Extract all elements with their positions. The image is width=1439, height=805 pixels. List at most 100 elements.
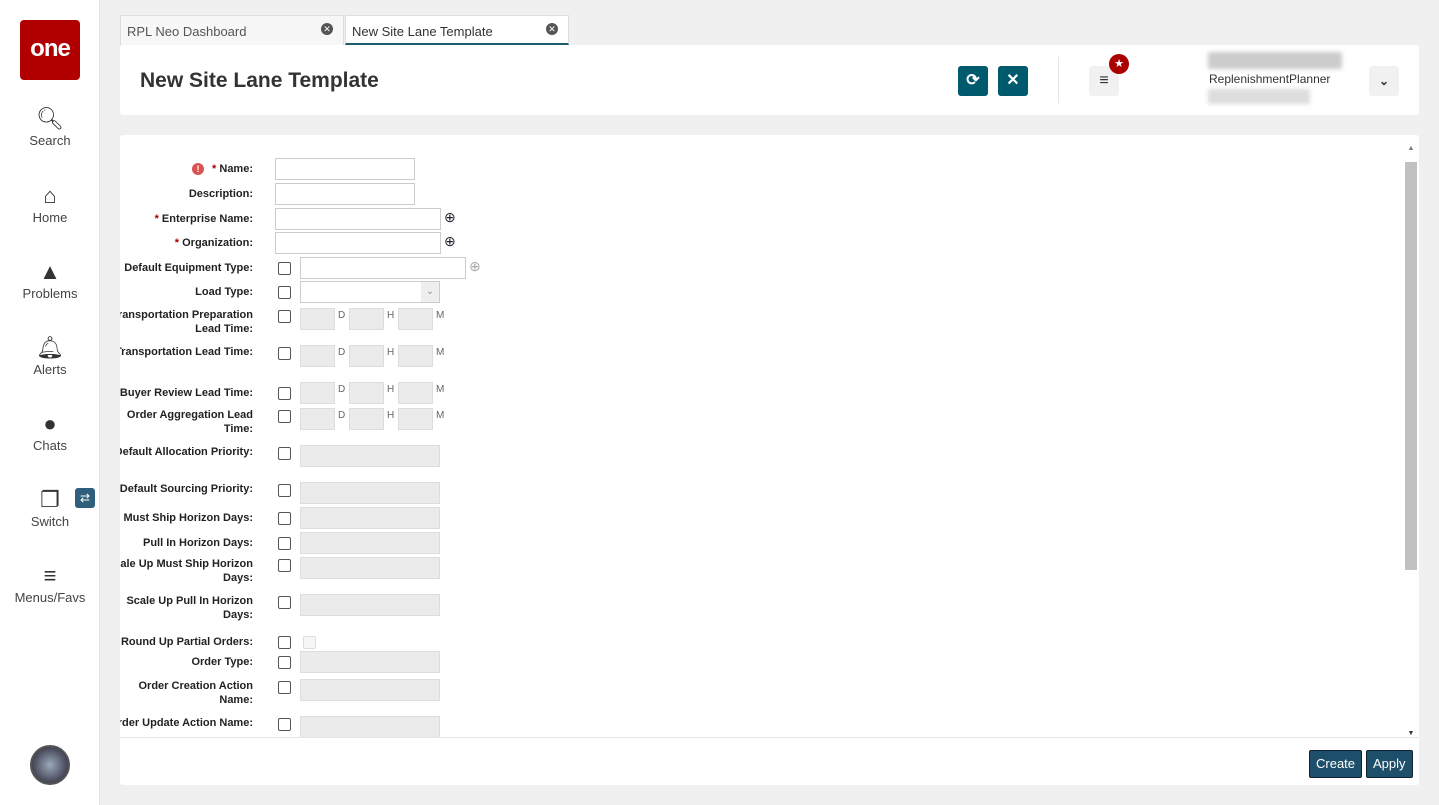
error-icon: ! [192,163,205,175]
sidebar-item-label: Switch [30,514,70,529]
order-update-action-name-input[interactable] [300,716,440,737]
scale-up-pull-in-horizon-days-checkbox[interactable] [278,596,291,609]
field-label: Scale Up Pull In Horizon Days: [120,594,253,622]
field-label-text: Order Update Action Name: [120,717,253,729]
form-row: * Organization: ⊕ [120,232,1400,254]
order-aggregation-lead-time-checkbox[interactable] [278,410,291,423]
user-org-blurred [1208,89,1310,104]
sidebar-item-chats[interactable]: ● Chats [0,410,100,453]
field-label: Order Update Action Name: [120,716,253,730]
pull-in-horizon-days-checkbox[interactable] [278,537,291,550]
field-label-text: Description: [188,188,253,200]
user-dropdown-button[interactable]: ⌄ [1369,66,1399,96]
order-creation-action-name-checkbox[interactable] [278,681,291,694]
unit-label: H [387,347,395,358]
must-ship-horizon-days-checkbox[interactable] [278,512,291,525]
scroll-down-icon[interactable]: ▼ [1405,730,1417,737]
order-aggregation-lead-time-d-input[interactable] [300,408,335,430]
scale-up-pull-in-horizon-days-input[interactable] [300,594,440,616]
field-label-text: Transportation Lead Time: [120,346,253,358]
name-input[interactable] [275,158,415,180]
field-label-text: Organization: [182,237,253,249]
order-creation-action-name-input[interactable] [300,679,440,701]
form-row: Transportation Lead Time: D H M [120,345,1400,367]
default-allocation-priority-input[interactable] [300,445,440,467]
transportation-lead-time-m-input[interactable] [398,345,433,367]
buyer-review-lead-time-checkbox[interactable] [278,387,291,400]
buyer-review-lead-time-h-input[interactable] [349,382,384,404]
bell-icon: 🔔︎ [36,335,64,360]
round-up-partial-orders-value-checkbox[interactable] [303,636,316,649]
round-up-partial-orders-checkbox[interactable] [278,636,291,649]
form-row: Load Type: ⌄ [120,281,1400,303]
close-tab-icon[interactable]: ✕ [321,23,333,35]
pull-in-horizon-days-input[interactable] [300,532,440,554]
transportation-lead-time-d-input[interactable] [300,345,335,367]
favorites-star-icon[interactable]: ★ [1109,54,1129,74]
field-label: Default Allocation Priority: [120,445,253,459]
sidebar-item-problems[interactable]: ▲ Problems [0,258,100,301]
refresh-button[interactable]: ⟳ [958,66,988,96]
form-row: Order Type: [120,651,1400,673]
sidebar-item-menus-favs[interactable]: ≡ Menus/Favs [0,562,100,605]
field-label: Buyer Review Lead Time: [120,386,253,400]
unit-label: M [436,347,445,358]
must-ship-horizon-days-input[interactable] [300,507,440,529]
scrollbar[interactable]: ▲ ▼ [1405,145,1417,737]
scale-up-must-ship-horizon-days-checkbox[interactable] [278,559,291,572]
lookup-icon[interactable]: ⊕ [444,209,456,226]
unit-label: H [387,384,395,395]
load-type-select[interactable]: ⌄ [300,281,440,303]
field-label-text: Buyer Review Lead Time: [120,387,253,399]
transportation-preparation-lead-time-m-input[interactable] [398,308,433,330]
transportation-preparation-lead-time-h-input[interactable] [349,308,384,330]
required-asterisk: * [154,213,162,225]
close-tab-icon[interactable]: ✕ [546,23,558,35]
apply-button[interactable]: Apply [1366,750,1413,778]
default-sourcing-priority-checkbox[interactable] [278,484,291,497]
transportation-lead-time-checkbox[interactable] [278,347,291,360]
default-sourcing-priority-input[interactable] [300,482,440,504]
page-title: New Site Lane Template [140,69,379,92]
order-update-action-name-checkbox[interactable] [278,718,291,731]
scrollbar-thumb[interactable] [1405,162,1417,570]
user-avatar[interactable] [30,745,70,785]
default-equipment-type-checkbox[interactable] [278,262,291,275]
default-allocation-priority-checkbox[interactable] [278,447,291,460]
lookup-icon[interactable]: ⊕ [469,258,481,275]
transportation-preparation-lead-time-d-input[interactable] [300,308,335,330]
load-type-checkbox[interactable] [278,286,291,299]
field-label-text: Must Ship Horizon Days: [123,512,253,524]
tab-label: New Site Lane Template [352,24,493,39]
form-row: Default Equipment Type: ⊕ [120,257,1400,279]
order-type-checkbox[interactable] [278,656,291,669]
transportation-lead-time-h-input[interactable] [349,345,384,367]
field-label: Description: [120,187,253,201]
order-type-input[interactable] [300,651,440,673]
order-aggregation-lead-time-m-input[interactable] [398,408,433,430]
lookup-icon[interactable]: ⊕ [444,233,456,250]
scroll-up-icon[interactable]: ▲ [1405,145,1417,152]
switch-badge-icon[interactable]: ⇄ [75,488,95,508]
create-button[interactable]: Create [1309,750,1363,778]
scale-up-must-ship-horizon-days-input[interactable] [300,557,440,579]
description-input[interactable] [275,183,415,205]
form-row: Order Update Action Name: [120,716,1400,737]
buyer-review-lead-time-d-input[interactable] [300,382,335,404]
buyer-review-lead-time-m-input[interactable] [398,382,433,404]
tab-rpl-neo-dashboard[interactable]: RPL Neo Dashboard ✕ [120,15,344,45]
unit-label: D [338,310,346,321]
enterprise-name-input[interactable] [275,208,441,230]
field-label-text: Order Type: [191,656,253,668]
sidebar-item-home[interactable]: ⌂ Home [0,182,100,225]
order-aggregation-lead-time-h-input[interactable] [349,408,384,430]
default-equipment-type-input[interactable] [300,257,466,279]
chevron-down-icon: ⌄ [1378,74,1390,88]
sidebar-item-alerts[interactable]: 🔔︎ Alerts [0,334,100,377]
sidebar-item-search[interactable]: 🔍︎ Search [0,105,100,148]
close-button[interactable]: ✕ [998,66,1028,96]
transportation-preparation-lead-time-checkbox[interactable] [278,310,291,323]
one-logo[interactable]: one [20,20,80,80]
tab-new-site-lane-template[interactable]: New Site Lane Template ✕ [345,15,569,45]
organization-input[interactable] [275,232,441,254]
